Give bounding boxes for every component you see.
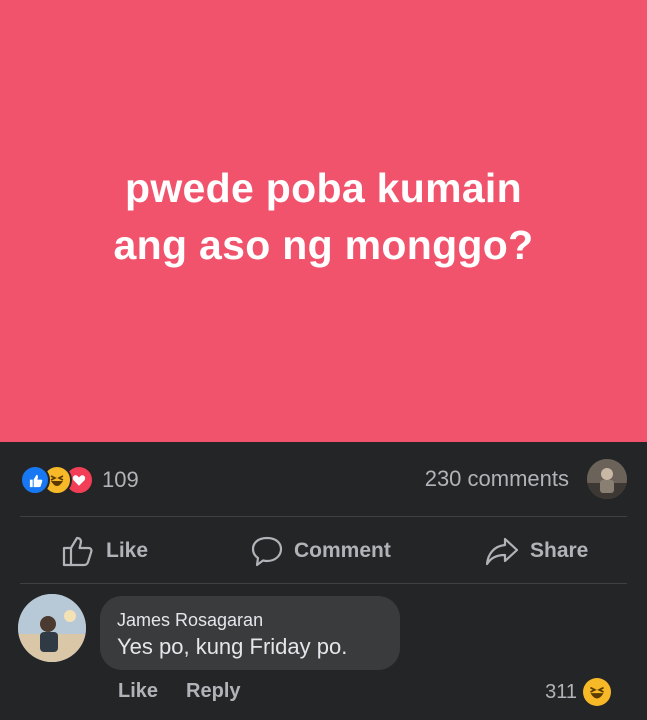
thumbs-up-icon [62, 536, 93, 567]
comment-actions: Like Reply [118, 680, 269, 703]
post-text-line-1: pwede poba kumain [125, 165, 522, 211]
commenter-avatar [587, 459, 627, 499]
comment-button[interactable]: Comment [250, 535, 391, 567]
comment-text: Yes po, kung Friday po. [117, 634, 348, 659]
like-icon [20, 465, 50, 495]
comment-item: James Rosagaran Yes po, kung Friday po. … [0, 584, 647, 720]
post-action-bar: Like Comment Share [0, 517, 647, 583]
reaction-count: 109 [102, 467, 139, 492]
post-text-line-2: ang aso ng monggo? [113, 222, 534, 268]
share-button[interactable]: Share [484, 535, 588, 567]
avatar[interactable] [18, 594, 86, 662]
comment-author[interactable]: James Rosagaran [117, 610, 263, 631]
like-button[interactable]: Like [62, 535, 148, 567]
comment-icon [251, 536, 283, 567]
comment-count[interactable]: 230 comments [425, 466, 569, 492]
comment-reactions[interactable]: 311 [545, 678, 611, 706]
comment-bubble: James Rosagaran Yes po, kung Friday po. [100, 596, 400, 670]
haha-icon [583, 678, 611, 706]
post-stats: 109 230 comments [0, 442, 647, 516]
post-banner: pwede poba kumain ang aso ng monggo? [0, 0, 647, 442]
comment-reaction-count: 311 [545, 680, 577, 703]
comment-label: Comment [294, 539, 391, 562]
share-icon [485, 537, 519, 566]
share-label: Share [530, 539, 589, 562]
like-label: Like [106, 539, 149, 562]
comment-like-button[interactable]: Like [118, 680, 158, 703]
comment-reply-button[interactable]: Reply [186, 680, 240, 703]
reactions-summary[interactable]: 109 [20, 465, 139, 495]
post-text: pwede poba kumain ang aso ng monggo? [114, 160, 534, 274]
